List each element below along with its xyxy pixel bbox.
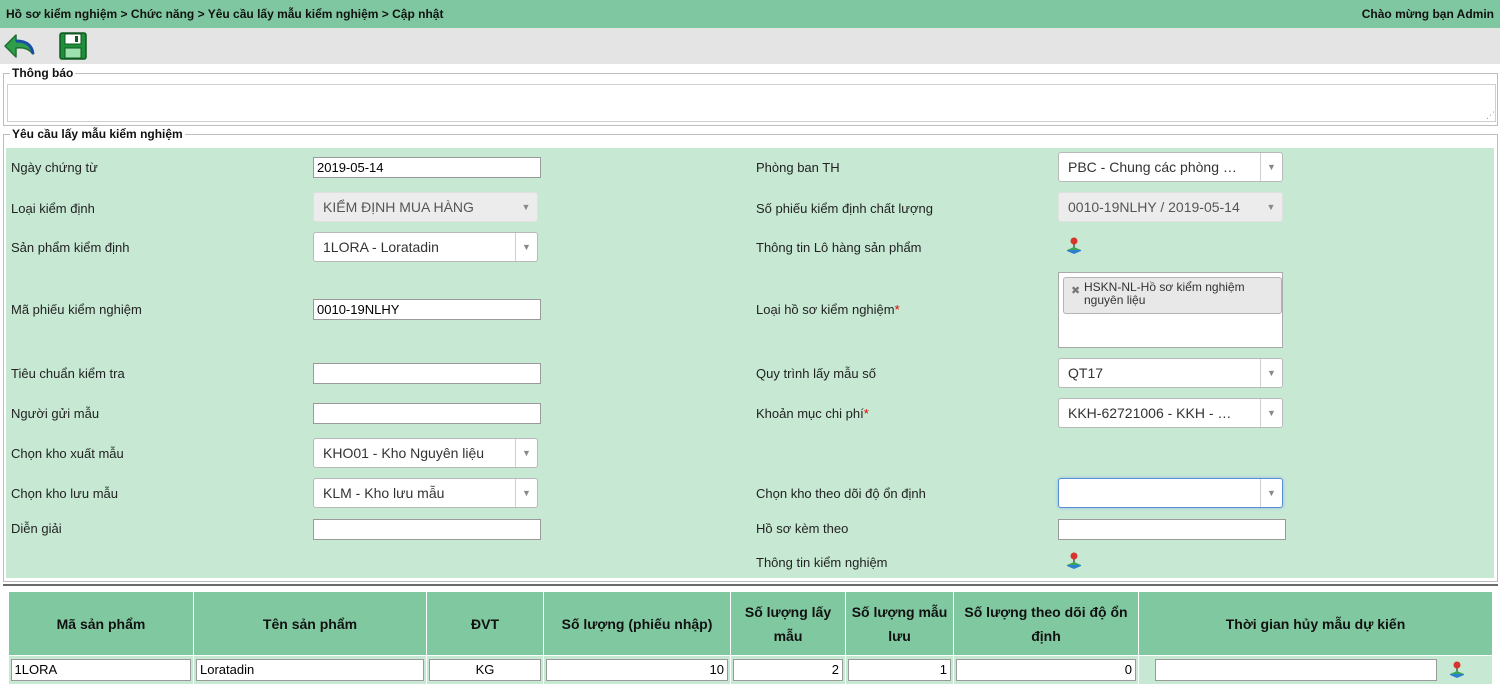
table-header-row: Mã sản phẩm Tên sản phẩm ĐVT Số lượng (p… [8, 591, 1493, 656]
phong-ban-th-select[interactable]: PBC - Chung các phòng … ▼ [1058, 152, 1283, 182]
loai-ho-so-chip: ✖ HSKN-NL-Hồ sơ kiểm nghiệm nguyên liệu [1063, 277, 1282, 314]
loai-ho-so-label: Loại hồ sơ kiểm nghiệm* [756, 302, 900, 317]
col-header-so-luong-theo-doi: Số lượng theo dõi độ ổn định [953, 591, 1139, 656]
cell-dvt: KG [426, 655, 544, 684]
notice-legend: Thông báo [12, 66, 74, 80]
loai-kiem-dinh-label: Loại kiểm định [11, 201, 95, 216]
kho-theo-doi-select[interactable]: ▼ [1058, 478, 1283, 508]
save-button[interactable] [56, 29, 90, 63]
kho-xuat-mau-select[interactable]: KHO01 - Kho Nguyên liệu ▼ [313, 438, 538, 468]
kho-xuat-mau-label: Chọn kho xuất mẫu [11, 446, 124, 461]
thong-tin-lo-hang-label: Thông tin Lô hàng sản phẩm [756, 240, 922, 255]
phong-ban-th-label: Phòng ban TH [756, 160, 840, 175]
so-phieu-kdcl-label: Số phiếu kiểm định chất lượng [756, 201, 933, 216]
cell-so-luong-lay-mau: 2 [730, 655, 846, 684]
ho-so-kem-theo-input[interactable] [1058, 519, 1286, 540]
chevron-down-icon: ▼ [1260, 359, 1282, 387]
chevron-down-icon: ▼ [515, 233, 537, 261]
chevron-down-icon: ▼ [521, 202, 531, 212]
kho-xuat-mau-value: KHO01 - Kho Nguyên liệu [323, 445, 485, 461]
sample-detail-table: Mã sản phẩm Tên sản phẩm ĐVT Số lượng (p… [8, 591, 1493, 684]
dien-giai-input[interactable] [313, 519, 541, 540]
chevron-down-icon: ▼ [515, 439, 537, 467]
request-legend: Yêu cầu lấy mẫu kiểm nghiệm [12, 127, 183, 141]
cell-thoi-gian-huy [1138, 655, 1493, 684]
chevron-down-icon: ▼ [1260, 399, 1282, 427]
san-pham-kiem-dinh-select[interactable]: 1LORA - Loratadin ▼ [313, 232, 538, 262]
khoan-muc-chi-phi-value: KKH-62721006 - KKH - … [1068, 405, 1232, 421]
chevron-down-icon: ▼ [1266, 202, 1276, 212]
col-header-so-luong-phieu-nhap: Số lượng (phiếu nhập) [543, 591, 731, 656]
lookup-pin-icon[interactable] [1064, 235, 1084, 255]
san-pham-kiem-dinh-value: 1LORA - Loratadin [323, 239, 439, 255]
khoan-muc-chi-phi-label: Khoản mục chi phí* [756, 406, 869, 421]
so-phieu-kdcl-value: 0010-19NLHY / 2019-05-14 [1068, 199, 1240, 215]
ma-phieu-kiem-nghiem-label: Mã phiếu kiểm nghiệm [11, 302, 142, 317]
col-header-so-luong-mau-luu: Số lượng mẫu lưu [845, 591, 954, 656]
col-header-ma-san-pham: Mã sản phẩm [8, 591, 194, 656]
kho-luu-mau-label: Chọn kho lưu mẫu [11, 486, 118, 501]
ngay-chung-tu-input[interactable] [313, 157, 541, 178]
floppy-disk-icon [59, 32, 87, 60]
tieu-chuan-kiem-tra-input[interactable] [313, 363, 541, 384]
cell-so-luong-mau-luu: 1 [845, 655, 954, 684]
ho-so-kem-theo-label: Hồ sơ kèm theo [756, 521, 849, 536]
lookup-pin-icon[interactable] [1447, 659, 1467, 679]
col-header-thoi-gian-huy: Thời gian hủy mẫu dự kiến [1138, 591, 1493, 656]
back-arrow-icon [4, 34, 35, 58]
required-mark: * [863, 406, 869, 421]
kho-luu-mau-value: KLM - Kho lưu mẫu [323, 485, 445, 501]
loai-kiem-dinh-value: KIỂM ĐỊNH MUA HÀNG [323, 199, 474, 215]
toolbar [0, 28, 1500, 64]
ma-phieu-kiem-nghiem-input[interactable] [313, 299, 541, 320]
kho-theo-doi-label: Chọn kho theo dõi độ ổn định [756, 486, 926, 501]
san-pham-kiem-dinh-label: Sản phẩm kiểm định [11, 240, 130, 255]
table-row: 1LORA Loratadin KG 10 2 1 0 [8, 655, 1493, 684]
back-button[interactable] [2, 29, 36, 63]
cell-so-luong-theo-doi: 0 [953, 655, 1139, 684]
loai-ho-so-multiselect[interactable]: ✖ HSKN-NL-Hồ sơ kiểm nghiệm nguyên liệu [1058, 272, 1283, 348]
top-bar: Hồ sơ kiểm nghiệm > Chức năng > Yêu cầu … [0, 0, 1500, 28]
quy-trinh-lay-mau-label: Quy trình lấy mẫu số [756, 366, 876, 381]
cell-so-luong-phieu-nhap: 10 [543, 655, 731, 684]
thong-tin-kiem-nghiem-label: Thông tin kiểm nghiệm [756, 555, 888, 570]
col-header-so-luong-lay-mau: Số lượng lấy mẫu [730, 591, 846, 656]
quy-trinh-lay-mau-value: QT17 [1068, 365, 1104, 381]
ngay-chung-tu-label: Ngày chứng từ [11, 160, 98, 175]
chevron-down-icon: ▼ [1260, 153, 1282, 181]
nguoi-gui-mau-label: Người gửi mẫu [11, 406, 100, 421]
breadcrumb: Hồ sơ kiểm nghiệm > Chức năng > Yêu cầu … [6, 7, 444, 21]
kho-luu-mau-select[interactable]: KLM - Kho lưu mẫu ▼ [313, 478, 538, 508]
col-header-dvt: ĐVT [426, 591, 544, 656]
khoan-muc-chi-phi-select[interactable]: KKH-62721006 - KKH - … ▼ [1058, 398, 1283, 428]
quy-trinh-lay-mau-select[interactable]: QT17 ▼ [1058, 358, 1283, 388]
welcome-text: Chào mừng bạn Admin [1361, 7, 1494, 21]
lookup-pin-icon[interactable] [1064, 550, 1084, 570]
required-mark: * [894, 302, 900, 317]
tieu-chuan-kiem-tra-label: Tiêu chuẩn kiểm tra [11, 366, 125, 381]
remove-chip-icon[interactable]: ✖ [1071, 285, 1080, 298]
cell-ten-san-pham: Loratadin [193, 655, 427, 684]
loai-kiem-dinh-select: KIỂM ĐỊNH MUA HÀNG ▼ [313, 192, 538, 222]
col-header-ten-san-pham: Tên sản phẩm [193, 591, 427, 656]
phong-ban-th-value: PBC - Chung các phòng … [1068, 159, 1237, 175]
notice-textarea[interactable] [7, 84, 1496, 122]
nguoi-gui-mau-input[interactable] [313, 403, 541, 424]
dien-giai-label: Diễn giải [11, 521, 62, 536]
section-divider [3, 584, 1498, 586]
chevron-down-icon: ▼ [1260, 479, 1282, 507]
cell-ma-san-pham: 1LORA [8, 655, 194, 684]
so-phieu-kdcl-select: 0010-19NLHY / 2019-05-14 ▼ [1058, 192, 1283, 222]
chevron-down-icon: ▼ [515, 479, 537, 507]
